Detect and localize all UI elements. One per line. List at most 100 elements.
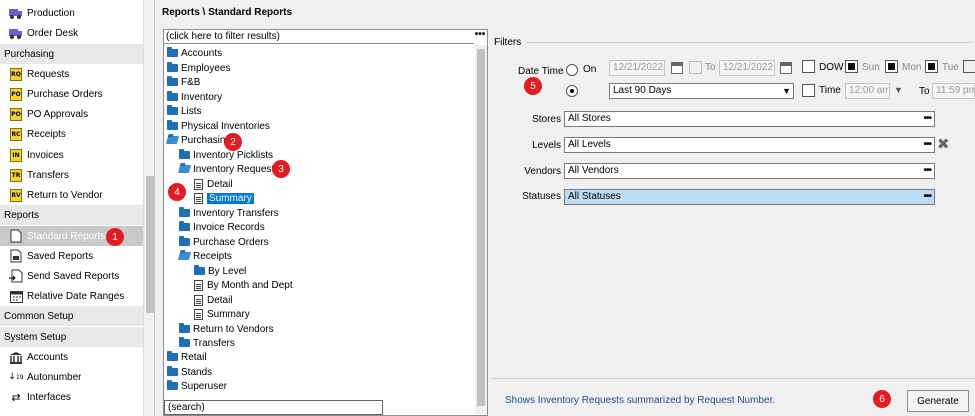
vendors-more-button[interactable]: •••: [923, 164, 931, 178]
day-sun-checkbox[interactable]: [845, 60, 858, 73]
to-date-field[interactable]: 12/21/2022: [719, 60, 775, 76]
callout-5: 5: [524, 77, 542, 95]
calendar-icon[interactable]: [671, 62, 683, 74]
time-to-field[interactable]: 11:59 pm: [932, 83, 975, 99]
dow-checkbox[interactable]: [802, 60, 815, 73]
from-date-field[interactable]: 12/21/2022: [609, 60, 665, 76]
time-from-field[interactable]: 12:00 am: [845, 83, 890, 99]
tree-node-inventory[interactable]: Inventory: [167, 90, 222, 104]
tree-node-invoice-records[interactable]: Invoice Records: [179, 220, 265, 234]
stores-value: All Stores: [568, 113, 611, 124]
date-range-radio[interactable]: [566, 85, 578, 97]
tree-node-stands[interactable]: Stands: [167, 365, 212, 379]
tree-node-superuser[interactable]: Superuser: [167, 379, 227, 393]
section-header-system-setup[interactable]: System Setup: [0, 327, 143, 347]
tree-node-transfers[interactable]: Transfers: [179, 336, 235, 350]
tree-node-return-to-vendors[interactable]: Return to Vendors: [179, 322, 274, 336]
sidebar-item-po-approvals[interactable]: PO PO Approvals: [0, 104, 143, 124]
filters-panel: Filters Date Time On 12/21/2022 To 12/21…: [491, 29, 975, 416]
tree-node-inventory-requests[interactable]: Inventory Requests: [177, 162, 279, 176]
sidebar-item-relative-date-ranges[interactable]: Relative Date Ranges: [0, 286, 143, 306]
tree-scroll-thumb[interactable]: [477, 49, 485, 406]
tree-node-requests-detail[interactable]: Detail: [194, 177, 233, 191]
section-header-purchasing[interactable]: Purchasing: [0, 44, 143, 64]
sidebar-item-saved-reports[interactable]: Saved Reports: [0, 246, 143, 266]
sidebar-item-invoices[interactable]: IN Invoices: [0, 145, 143, 165]
tree-node-receipts-detail[interactable]: Detail: [194, 293, 233, 307]
sidebar-item-requests[interactable]: RQ Requests: [0, 64, 143, 84]
date-range-select[interactable]: Last 90 Days ▼: [609, 83, 794, 99]
day-wed-checkbox[interactable]: [963, 60, 975, 73]
folder-icon: [194, 265, 205, 275]
report-page-icon: [194, 308, 203, 320]
sidebar-item-order-desk[interactable]: Order Desk: [0, 23, 143, 43]
tree-node-by-level[interactable]: By Level: [194, 264, 246, 278]
folder-open-icon: [165, 136, 180, 144]
invoice-doc-icon: IN: [9, 148, 23, 162]
to-date-checkbox[interactable]: [689, 61, 702, 74]
time-checkbox[interactable]: [802, 84, 815, 97]
tree-search-input[interactable]: (search): [164, 400, 383, 415]
clear-icon[interactable]: ✖: [937, 135, 950, 153]
sidebar-item-purchase-orders[interactable]: PO Purchase Orders: [0, 84, 143, 104]
report-page-icon: [9, 229, 23, 243]
chevron-down-icon[interactable]: ▼: [894, 85, 903, 95]
tree-filter-input[interactable]: (click here to filter results): [164, 30, 474, 44]
statuses-more-button[interactable]: •••: [923, 190, 931, 204]
sidebar-item-return-to-vendor[interactable]: RV Return to Vendor: [0, 185, 143, 205]
tree-node-receipts[interactable]: Receipts: [177, 249, 232, 263]
sidebar-item-label: Requests: [27, 68, 70, 80]
levels-field[interactable]: All Levels •••: [564, 137, 935, 153]
stores-label: Stores: [532, 114, 561, 125]
sidebar-item-transfers[interactable]: TR Transfers: [0, 165, 143, 185]
po-doc-icon: PO: [9, 87, 23, 101]
section-header-reports[interactable]: Reports: [0, 205, 143, 225]
sidebar-item-label: Production: [27, 7, 75, 19]
sidebar-item-receipts[interactable]: RC Receipts: [0, 124, 143, 144]
tree-node-fb[interactable]: F&B: [167, 75, 200, 89]
sidebar-item-autonumber[interactable]: ↓ 1 9 Autonumber: [0, 367, 143, 387]
tree-node-by-month-and-dept[interactable]: By Month and Dept: [194, 278, 293, 292]
folder-icon: [179, 323, 190, 333]
date-range-value: Last 90 Days: [613, 85, 672, 96]
sidebar-scrollbar[interactable]: [143, 0, 154, 416]
tree-node-purchase-orders[interactable]: Purchase Orders: [179, 235, 269, 249]
day-sun-label: Sun: [862, 62, 880, 73]
day-tue-checkbox[interactable]: [925, 60, 938, 73]
folder-icon: [167, 120, 178, 130]
sidebar-item-send-saved-reports[interactable]: Send Saved Reports: [0, 266, 143, 286]
sidebar-item-interfaces[interactable]: ⇄ Interfaces: [0, 387, 143, 407]
sidebar-scroll-thumb[interactable]: [146, 176, 154, 313]
generate-button[interactable]: Generate: [907, 390, 969, 412]
day-mon-checkbox[interactable]: [885, 60, 898, 73]
tree-node-receipts-summary[interactable]: Summary: [194, 307, 250, 321]
tree-node-inventory-transfers[interactable]: Inventory Transfers: [179, 206, 279, 220]
tree-node-purchasing[interactable]: Purchasing: [165, 133, 231, 147]
sidebar-item-accounts[interactable]: Accounts: [0, 347, 143, 367]
tree-node-physical-inventories[interactable]: Physical Inventories: [167, 119, 270, 133]
calendar-icon[interactable]: [780, 62, 792, 74]
levels-more-button[interactable]: •••: [923, 138, 931, 152]
tree-node-lists[interactable]: Lists: [167, 104, 202, 118]
sidebar-item-production[interactable]: Production: [0, 3, 143, 23]
tree-node-inventory-picklists[interactable]: Inventory Picklists: [179, 148, 273, 162]
filter-more-button[interactable]: •••: [473, 30, 487, 44]
tree-node-accounts[interactable]: Accounts: [167, 46, 222, 60]
sidebar: Production Order Desk Purchasing RQ Reque…: [0, 0, 155, 416]
section-header-common-setup[interactable]: Common Setup: [0, 306, 143, 326]
date-on-radio[interactable]: [566, 64, 578, 76]
report-page-icon: [194, 279, 203, 291]
stores-field[interactable]: All Stores •••: [564, 111, 935, 127]
truck-icon: [9, 6, 23, 20]
vendors-field[interactable]: All Vendors •••: [564, 163, 935, 179]
stores-more-button[interactable]: •••: [923, 112, 931, 126]
folder-icon: [167, 105, 178, 115]
report-page-icon: [194, 178, 203, 190]
statuses-value: All Statuses: [568, 191, 621, 202]
statuses-field[interactable]: All Statuses •••: [564, 189, 935, 205]
send-report-icon: [9, 269, 23, 283]
tree-node-retail[interactable]: Retail: [167, 350, 207, 364]
tree-node-employees[interactable]: Employees: [167, 61, 230, 75]
tree-node-requests-summary[interactable]: Summary: [194, 191, 254, 205]
tree-scrollbar[interactable]: [475, 45, 487, 414]
